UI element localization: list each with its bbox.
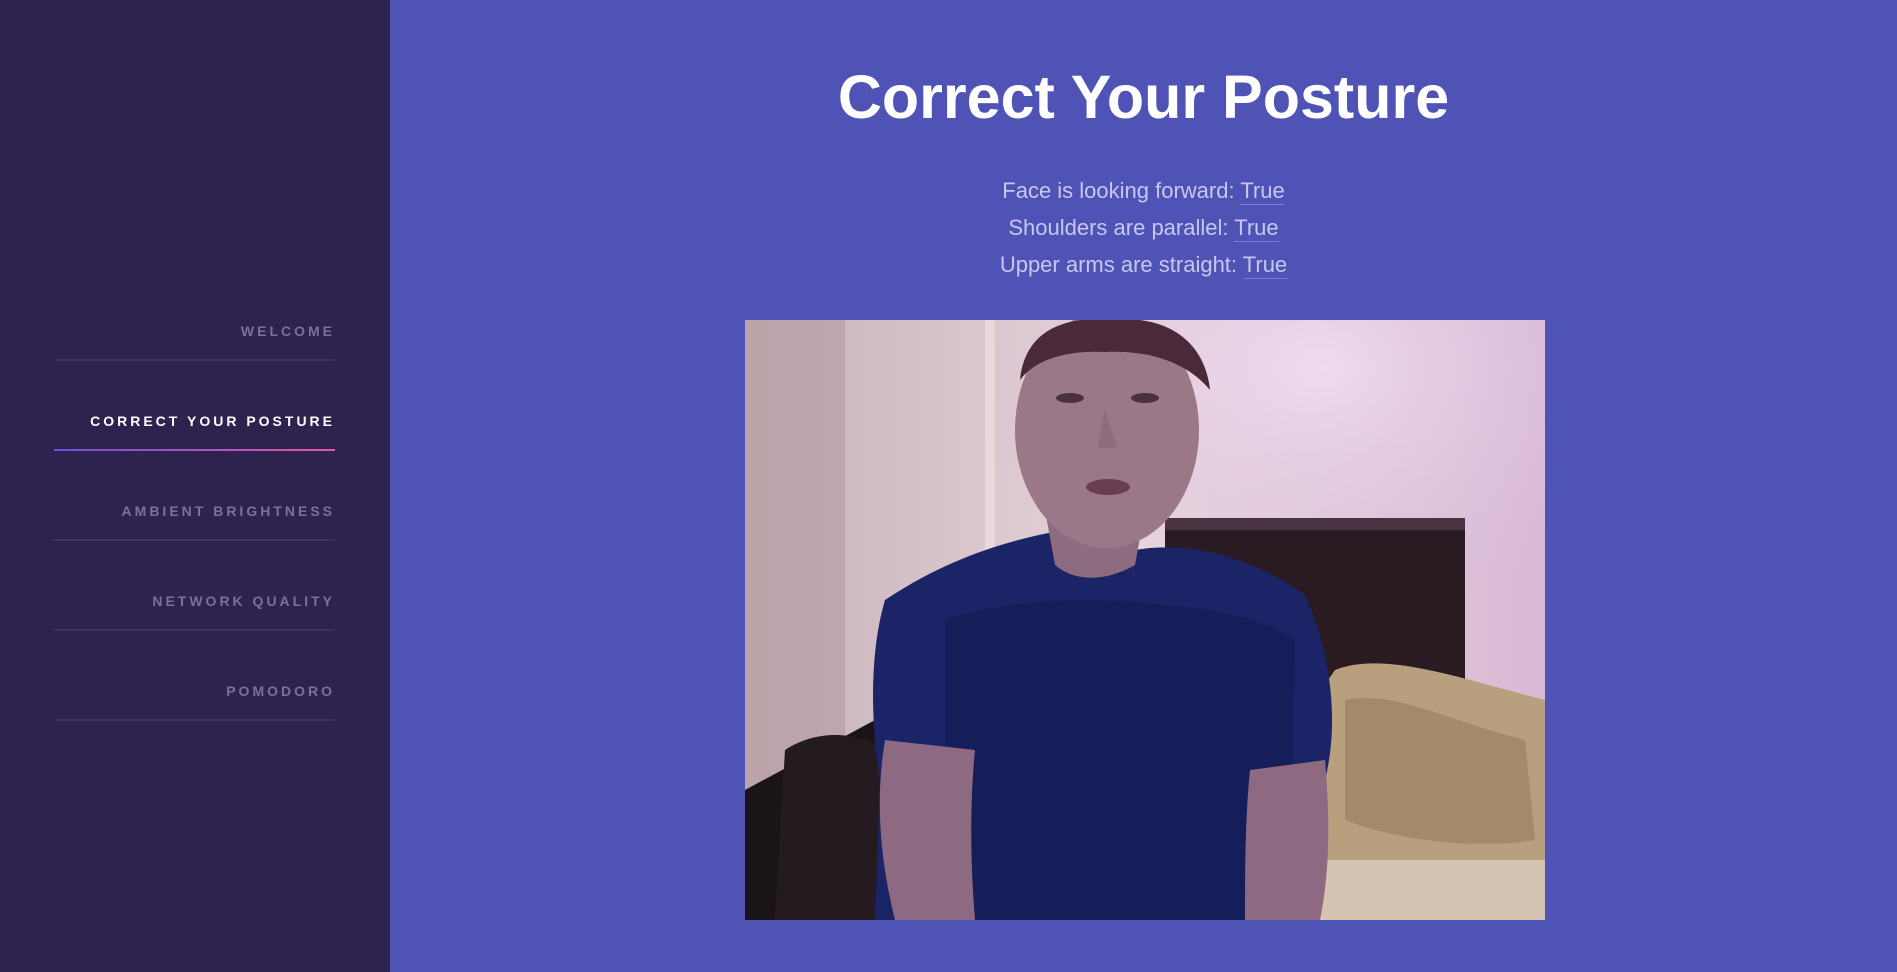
sidebar-nav: WELCOME CORRECT YOUR POSTURE AMBIENT BRI… [54, 273, 335, 723]
sidebar-item-correct-your-posture[interactable]: CORRECT YOUR POSTURE [54, 363, 335, 451]
sidebar-item-ambient-brightness[interactable]: AMBIENT BRIGHTNESS [54, 453, 335, 541]
status-label: Shoulders are parallel: [1008, 215, 1229, 240]
sidebar-item-label: POMODORO [226, 683, 335, 699]
status-value: True [1240, 178, 1285, 205]
app-root: WELCOME CORRECT YOUR POSTURE AMBIENT BRI… [0, 0, 1897, 972]
sidebar: WELCOME CORRECT YOUR POSTURE AMBIENT BRI… [0, 0, 390, 972]
main-content: Correct Your Posture Face is looking for… [390, 0, 1897, 972]
webcam-feed [745, 320, 1545, 920]
webcam-image [745, 320, 1545, 920]
sidebar-item-label: AMBIENT BRIGHTNESS [121, 503, 335, 519]
status-value: True [1234, 215, 1279, 242]
status-upper-arms-straight: Upper arms are straight: True [390, 250, 1897, 287]
status-value: True [1242, 252, 1288, 279]
sidebar-item-label: WELCOME [240, 323, 335, 339]
sidebar-item-welcome[interactable]: WELCOME [54, 273, 335, 361]
sidebar-item-label: CORRECT YOUR POSTURE [90, 413, 335, 429]
sidebar-item-label: NETWORK QUALITY [152, 593, 335, 609]
status-face-forward: Face is looking forward: True [390, 176, 1897, 213]
status-label: Face is looking forward: [1002, 178, 1235, 203]
page-title: Correct Your Posture [837, 63, 1450, 131]
status-label: Upper arms are straight: [999, 252, 1238, 277]
sidebar-item-network-quality[interactable]: NETWORK QUALITY [54, 543, 335, 631]
status-shoulders-parallel: Shoulders are parallel: True [390, 213, 1897, 250]
sidebar-item-pomodoro[interactable]: POMODORO [54, 633, 335, 721]
posture-status-list: Face is looking forward: True Shoulders … [390, 176, 1897, 287]
